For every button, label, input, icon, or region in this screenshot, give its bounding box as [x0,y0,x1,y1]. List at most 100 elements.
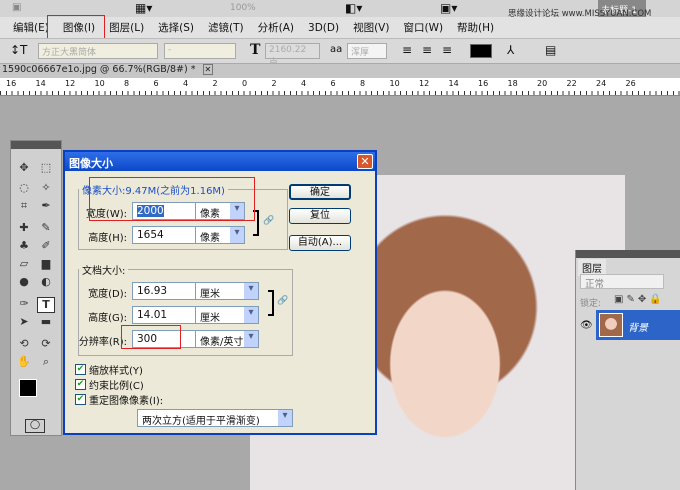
document-size-label: 文档大小: [82,266,126,277]
highlight-pixel-size [89,177,255,221]
character-panel-icon[interactable]: ▤ [545,43,556,57]
3d-rotate-icon[interactable]: ⟲ [15,337,33,353]
height-unit-select[interactable]: 像素 [195,226,245,244]
lock-icons[interactable]: ▣✎✥🔒 [614,294,665,305]
visibility-eye-icon[interactable]: 👁 [580,320,593,331]
antialias-select[interactable]: 浑厚 [347,43,387,59]
ruler-label: 14 [448,79,459,88]
pen-tool-icon[interactable]: ✑ [15,297,33,313]
move-tool-icon[interactable]: ✥ [15,161,33,177]
menu-analysis[interactable]: 分析(A) [251,20,301,35]
doc-height-unit-select[interactable]: 厘米 [195,306,259,324]
arrange-icon[interactable]: ◧▾ [345,1,362,15]
menu-filter[interactable]: 滤镜(T) [201,20,251,35]
check-icon: ✔ [75,394,86,405]
align-left-icon[interactable]: ≡ [402,43,412,57]
scale-styles-checkbox[interactable]: ✔ 缩放样式(Y) [75,362,143,377]
zoom-tool-icon[interactable]: ⌕ [37,355,55,371]
resample-method-select[interactable]: 两次立方(适用于平滑渐变) [137,409,293,427]
marquee-tool-icon[interactable]: ⬚ [37,161,55,177]
layer-thumbnail [599,313,623,337]
tools-panel: ✥ ⬚ ◌ ✧ ⌗ ✒ ✚ ✎ ♣ ✐ ▱ ▆ ● ◐ ✑ T ➤ ▬ ⟲ ⟳ … [10,140,62,436]
lasso-tool-icon[interactable]: ◌ [15,181,33,197]
path-select-icon[interactable]: ➤ [15,315,33,331]
eraser-icon[interactable]: ▱ [15,257,33,273]
bridge-icon[interactable]: ▣ [12,2,21,13]
scale-styles-label: 缩放样式(Y) [89,366,143,377]
horizontal-ruler: 16 14 12 10 8 6 4 2 0 2 4 6 8 10 12 14 16 18 20 22 24 26 [0,78,680,96]
type-tool-icon[interactable]: T [37,297,55,313]
magic-wand-icon[interactable]: ✧ [37,181,55,197]
history-brush-icon[interactable]: ✐ [37,239,55,255]
align-right-icon[interactable]: ≡ [442,43,452,57]
menu-view[interactable]: 视图(V) [346,20,396,35]
height-input[interactable]: 1654 [132,226,202,244]
constrain-proportions-checkbox[interactable]: ✔ 约束比例(C) [75,377,144,392]
eyedropper-icon[interactable]: ✒ [37,199,55,215]
doc-width-label: 宽度(D): [88,289,127,300]
close-document-icon[interactable]: ✕ [202,64,214,75]
warp-text-icon[interactable]: ⅄ [507,43,514,57]
quick-mask-icon[interactable]: ◯ [25,419,45,433]
resample-checkbox[interactable]: ✔ 重定图像像素(I): [75,392,163,407]
check-icon: ✔ [75,364,86,375]
menu-3d[interactable]: 3D(D) [301,22,346,34]
doc-width-input[interactable]: 16.93 [132,282,202,300]
menu-window[interactable]: 窗口(W) [396,20,450,35]
hand-tool-icon[interactable]: ✋ [15,355,33,371]
blur-tool-icon[interactable]: ● [15,275,33,291]
font-family-select[interactable]: 方正大黑简体 [38,43,158,59]
close-icon[interactable]: ✕ [357,154,373,169]
image-size-dialog: 图像大小 ✕ 像素大小:9.47M(之前为1.16M) 宽度(W): 2000 … [63,150,377,435]
ruler-label: 4 [301,79,307,88]
3d-orbit-icon[interactable]: ⟳ [37,337,55,353]
crop-tool-icon[interactable]: ⌗ [15,199,33,215]
ruler-label: 22 [566,79,577,88]
menu-help[interactable]: 帮助(H) [450,20,501,35]
resample-label: 重定图像像素(I): [89,396,164,407]
ok-button[interactable]: 确定 [289,184,351,200]
dodge-tool-icon[interactable]: ◐ [37,275,55,291]
link-icon: 🔗 [263,216,275,226]
shape-tool-icon[interactable]: ▬ [37,315,55,331]
screen-mode-icon[interactable]: ▣▾ [440,1,457,15]
ruler-label: 4 [183,79,189,88]
ruler-label: 6 [330,79,336,88]
ruler-label: 8 [360,79,366,88]
clone-stamp-icon[interactable]: ♣ [15,239,33,255]
ruler-label: 12 [65,79,76,88]
font-style-select[interactable]: - [164,43,236,59]
ruler-label: 16 [6,79,17,88]
menu-select[interactable]: 选择(S) [151,20,201,35]
ruler-label: 2 [271,79,277,88]
brush-tool-icon[interactable]: ✎ [37,221,55,237]
blend-mode-select[interactable]: 正常 [580,274,664,290]
layers-panel-header[interactable] [576,250,680,258]
font-size-icon: T [250,42,261,58]
text-orientation-icon[interactable]: ↕T [10,43,27,57]
reset-button[interactable]: 复位 [289,208,351,224]
tools-panel-header[interactable] [11,141,61,149]
antialias-icon: aa [330,44,343,55]
foreground-color-swatch[interactable] [19,379,37,397]
ruler-label: 12 [419,79,430,88]
view-extras-icon[interactable]: ▦▾ [135,1,152,15]
text-color-swatch[interactable] [470,44,492,58]
auto-button[interactable]: 自动(A)... [289,235,351,251]
font-size-input[interactable]: 2160.22 点 [265,43,320,68]
align-center-icon[interactable]: ≡ [422,43,432,57]
document-tab[interactable]: 1590c06667e1o.jpg @ 66.7%(RGB/8#) * ✕ [0,64,680,78]
ruler-label: 10 [389,79,400,88]
document-title: 1590c06667e1o.jpg @ 66.7%(RGB/8#) * [2,64,196,75]
options-bar: ↕T 方正大黑简体 - T 2160.22 点 aa 浑厚 ≡ ≡ ≡ ⅄ ▤ [0,38,680,68]
ruler-label: 2 [212,79,218,88]
doc-width-unit-select[interactable]: 厘米 [195,282,259,300]
resolution-unit-select[interactable]: 像素/英寸 [195,330,259,348]
zoom-level[interactable]: 100% [230,3,256,13]
layer-row-background[interactable]: 背景 [596,310,680,340]
gradient-tool-icon[interactable]: ▆ [37,257,55,273]
healing-brush-icon[interactable]: ✚ [15,221,33,237]
layers-panel: 图层 正常 锁定: ▣✎✥🔒 👁 背景 [575,250,680,490]
doc-height-input[interactable]: 14.01 [132,306,202,324]
menu-layer[interactable]: 图层(L) [102,20,151,35]
